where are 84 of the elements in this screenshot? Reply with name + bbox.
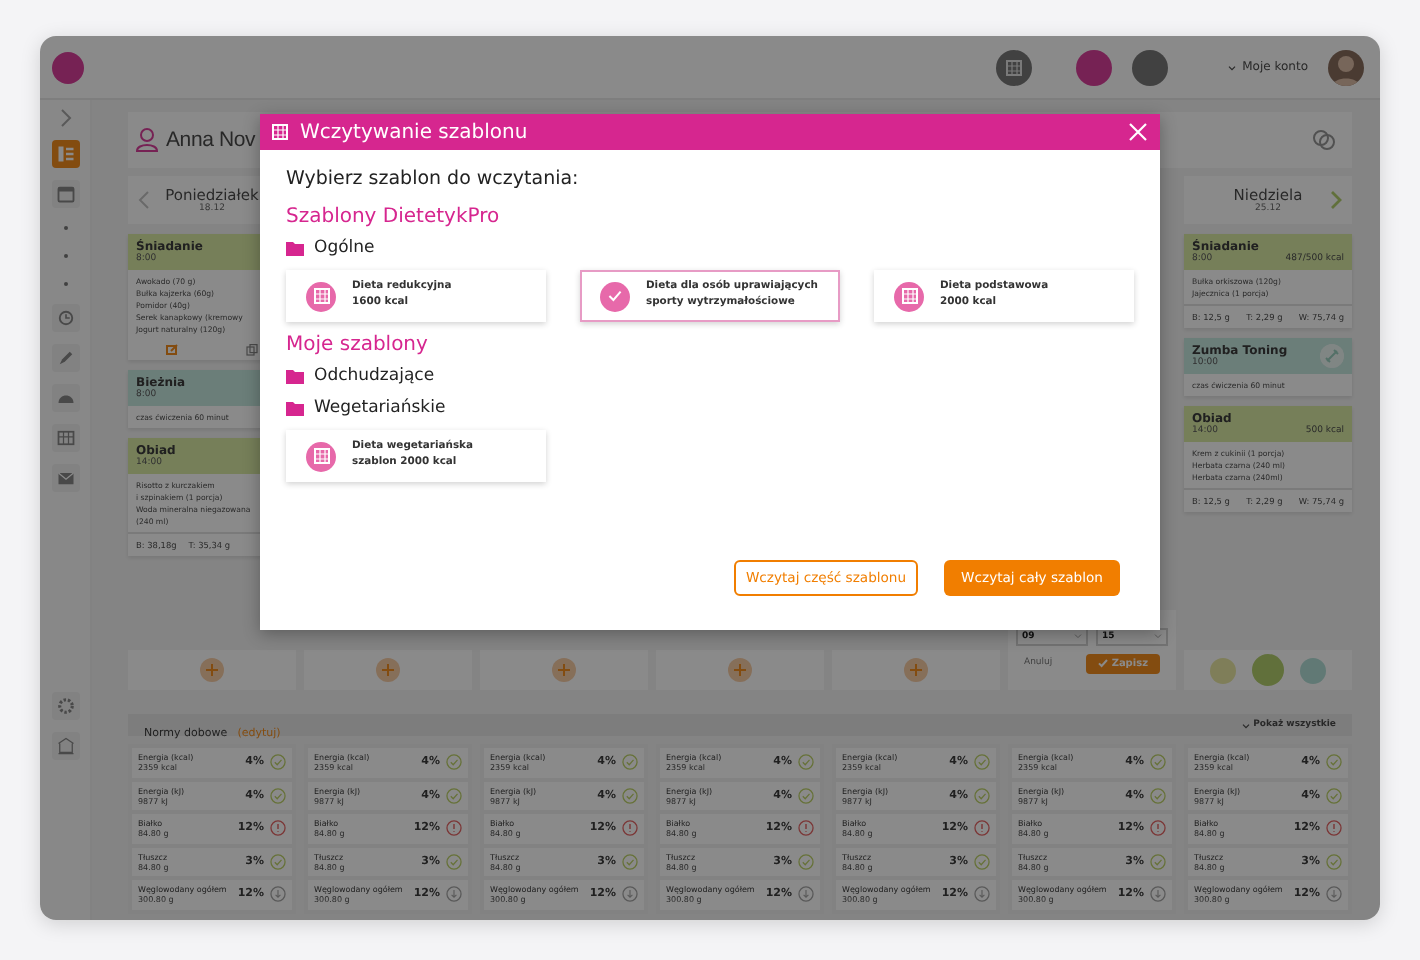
chevron-down-icon: [1241, 721, 1250, 729]
exclamation-circle-icon: [1326, 820, 1342, 837]
chat-icon[interactable]: [1312, 130, 1336, 150]
dumbbell-icon: [1320, 344, 1344, 368]
dialog-prompt: Wybierz szablon do wczytania:: [286, 168, 581, 190]
table-icon: [313, 288, 329, 304]
down-arrow-circle-icon: [974, 886, 990, 903]
chevron-right-icon[interactable]: [1328, 190, 1344, 210]
plus-icon: [558, 664, 570, 676]
calendar-icon[interactable]: [51, 180, 79, 208]
list-icon[interactable]: [51, 140, 79, 168]
check-circle-icon: [270, 853, 286, 870]
check-circle-icon: [270, 787, 286, 804]
check-circle-icon: [446, 754, 462, 771]
add-button[interactable]: [552, 658, 576, 682]
check-circle-icon: [1150, 853, 1166, 870]
add-button[interactable]: [728, 658, 752, 682]
section-heading: Szablony DietetykPro: [286, 206, 502, 228]
chevron-down-icon: [1074, 631, 1082, 639]
exclamation-circle-icon: [446, 820, 462, 837]
plus-icon: [206, 664, 218, 676]
check-circle-icon: [798, 853, 814, 870]
dish-icon[interactable]: [51, 384, 79, 412]
exclamation-circle-icon: [622, 820, 638, 837]
plus-icon: [382, 664, 394, 676]
down-arrow-circle-icon: [622, 886, 638, 903]
exclamation-circle-icon: [1150, 820, 1166, 837]
avatar[interactable]: [1328, 49, 1364, 85]
check-circle-icon: [446, 853, 462, 870]
person-icon: [136, 128, 158, 152]
table-icon: [901, 288, 917, 304]
add-button[interactable]: [904, 658, 928, 682]
chevron-down-icon: [1154, 631, 1162, 639]
chevron-down-icon: [1228, 63, 1237, 71]
table-icon: [272, 124, 288, 140]
edit-icon[interactable]: [166, 344, 178, 356]
exclamation-circle-icon: [974, 820, 990, 837]
check-circle-icon: [446, 787, 462, 804]
calendar-icon[interactable]: [996, 49, 1033, 85]
exclamation-circle-icon: [798, 820, 814, 837]
check-circle-icon: [1326, 754, 1342, 771]
circle-icon[interactable]: [1252, 654, 1284, 686]
table-icon: [313, 448, 329, 464]
patient-name: Anna Nov: [166, 128, 256, 152]
folder-icon: [286, 241, 304, 255]
check-circle-icon: [1150, 754, 1166, 771]
logo-icon[interactable]: [1076, 49, 1113, 85]
chevron-left-icon[interactable]: [136, 190, 152, 210]
down-arrow-circle-icon: [446, 886, 462, 903]
down-arrow-circle-icon: [270, 886, 286, 903]
grid-icon: [1006, 59, 1023, 75]
chevron-right-icon[interactable]: [57, 108, 73, 128]
envelope-icon[interactable]: [51, 464, 79, 492]
pencil-icon[interactable]: [51, 344, 79, 372]
plus-icon: [734, 664, 746, 676]
check-icon: [608, 290, 622, 302]
dialog-title: Wczytywanie szablonu: [300, 121, 530, 143]
check-circle-icon: [1150, 787, 1166, 804]
check-circle-icon: [798, 787, 814, 804]
add-button[interactable]: [376, 658, 400, 682]
check-circle-icon: [270, 754, 286, 771]
check-circle-icon: [974, 754, 990, 771]
add-button[interactable]: [200, 658, 224, 682]
table-icon[interactable]: [51, 424, 79, 452]
logo-icon[interactable]: [52, 51, 84, 83]
check-icon: [1097, 658, 1108, 668]
down-arrow-circle-icon: [1150, 886, 1166, 903]
check-circle-icon: [1326, 787, 1342, 804]
settings-icon[interactable]: [51, 692, 79, 720]
down-arrow-circle-icon: [1326, 886, 1342, 903]
check-circle-icon: [798, 754, 814, 771]
building-icon[interactable]: [51, 732, 79, 760]
down-arrow-circle-icon: [798, 886, 814, 903]
check-circle-icon: [622, 853, 638, 870]
check-circle-icon: [622, 787, 638, 804]
check-circle-icon: [974, 853, 990, 870]
exclamation-circle-icon: [270, 820, 286, 837]
copy-icon[interactable]: [246, 344, 258, 356]
check-circle-icon: [974, 787, 990, 804]
close-icon[interactable]: [1128, 122, 1148, 142]
check-circle-icon: [1326, 853, 1342, 870]
clock-icon[interactable]: [51, 304, 79, 332]
check-circle-icon: [622, 754, 638, 771]
plus-icon: [910, 664, 922, 676]
